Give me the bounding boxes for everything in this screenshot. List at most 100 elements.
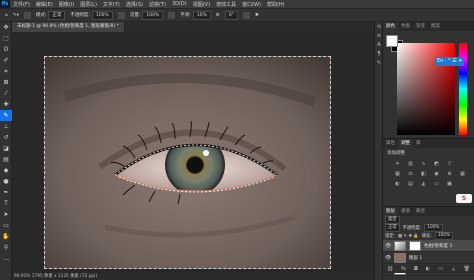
link-layers-icon[interactable]: ⛓	[387, 266, 393, 272]
color-lookup-icon[interactable]: ▦	[458, 170, 467, 177]
vibrance-icon[interactable]: ▽	[445, 160, 454, 167]
selective-color-icon[interactable]: ▣	[445, 180, 454, 187]
symmetry-icon[interactable]: ✱	[255, 13, 259, 18]
menu-window[interactable]: 窗口(W)	[239, 1, 264, 8]
lock-icons[interactable]: ▦ ✎ ✥ 🔒	[398, 234, 419, 239]
more-tools-icon[interactable]: …	[0, 253, 12, 264]
photoshop-logo[interactable]: Ps	[0, 0, 10, 8]
curves-icon[interactable]: ∿	[419, 160, 428, 167]
mode-select[interactable]: 正常	[48, 10, 66, 20]
brush-tool-icon[interactable]: ✎	[0, 110, 12, 121]
exposure-icon[interactable]: ◩	[432, 160, 441, 167]
brightness-contrast-icon[interactable]: ☀	[393, 160, 402, 167]
black-white-icon[interactable]: ◧	[419, 170, 428, 177]
eye-photo[interactable]	[44, 56, 331, 269]
hand-tool-icon[interactable]: ✋	[0, 231, 12, 242]
angle-field[interactable]: 0°	[224, 10, 238, 20]
layer-kind-filter[interactable]: 类型	[385, 216, 400, 224]
marquee-tool-icon[interactable]: ⬚	[0, 33, 12, 44]
menu-edit[interactable]: 编辑(E)	[33, 1, 56, 8]
tab-swatches[interactable]: 色板	[398, 22, 413, 31]
tab-color[interactable]: 颜色	[383, 22, 398, 31]
menu-help[interactable]: 帮助(H)	[264, 1, 288, 8]
eyedropper-tool-icon[interactable]: ⁄	[0, 88, 12, 99]
menu-file[interactable]: 文件(F)	[10, 1, 33, 8]
type-tool-icon[interactable]: T	[0, 198, 12, 209]
add-mask-icon[interactable]: ◘	[414, 266, 418, 272]
document-tab[interactable]: 未标题-1 @ 90.9% (色相/饱和度 1, 图层蒙版/8) *	[12, 22, 125, 32]
menu-filter[interactable]: 滤镜(T)	[146, 1, 169, 8]
visibility-eye-icon[interactable]: 👁	[385, 243, 391, 249]
pen-tool-icon[interactable]: ✒	[0, 187, 12, 198]
shape-tool-icon[interactable]: ▭	[0, 220, 12, 231]
tab-layers[interactable]: 图层	[383, 207, 398, 216]
menu-type[interactable]: 文字(Y)	[100, 1, 123, 8]
blend-mode-select[interactable]: 正常	[385, 224, 400, 232]
menu-layer[interactable]: 图层(L)	[77, 1, 100, 8]
frame-tool-icon[interactable]: ⊠	[0, 77, 12, 88]
threshold-icon[interactable]: ◭	[419, 180, 428, 187]
history-brush-tool-icon[interactable]: ↺	[0, 132, 12, 143]
channel-mixer-icon[interactable]: ⊕	[445, 170, 454, 177]
layer-opacity-field[interactable]: 100%	[424, 224, 443, 232]
tab-libraries[interactable]: 库	[413, 139, 424, 148]
smoothing-options-icon[interactable]: ⚙	[216, 13, 220, 18]
dodge-tool-icon[interactable]: ●	[0, 176, 12, 187]
home-icon[interactable]: ⌂	[5, 13, 8, 18]
levels-icon[interactable]: ▥	[406, 160, 415, 167]
new-adjustment-icon[interactable]: ◐	[426, 266, 430, 272]
layer-row[interactable]: 👁 图层 1	[383, 252, 474, 264]
visibility-eye-icon[interactable]: 👁	[385, 255, 391, 261]
photo-filter-icon[interactable]: ◉	[432, 170, 441, 177]
opacity-field[interactable]: 100%	[91, 10, 113, 20]
brush-preset-icon[interactable]: ✎▾	[13, 13, 19, 18]
menu-3d[interactable]: 3D(D)	[169, 1, 190, 7]
stamp-tool-icon[interactable]: ⊥	[0, 121, 12, 132]
menu-select[interactable]: 选择(S)	[123, 1, 146, 8]
pressure-opacity-icon[interactable]	[117, 11, 125, 19]
tab-patterns[interactable]: 图案	[428, 22, 443, 31]
tab-paths[interactable]: 路径	[413, 207, 428, 216]
crop-tool-icon[interactable]: ⌗	[0, 66, 12, 77]
gradient-tool-icon[interactable]: ▤	[0, 154, 12, 165]
layers-panel-tabs: 图层 通道 路径	[383, 207, 474, 216]
ime-toolbar[interactable]: En · ° ☰ ✦	[435, 57, 465, 66]
foreground-color-swatch[interactable]	[386, 35, 398, 47]
options-bar: ⌂ ✎▾ 模式: 正常 不透明度: 100% 流量: 100% 平滑: 10% …	[0, 8, 474, 22]
flow-field[interactable]: 100%	[142, 10, 164, 20]
layer-style-icon[interactable]: fx	[401, 266, 406, 272]
move-tool-icon[interactable]: ✥	[0, 22, 12, 33]
color-balance-icon[interactable]: ⚖	[406, 170, 415, 177]
new-layer-icon[interactable]: ＋	[451, 266, 456, 273]
tab-adjustments[interactable]: 调整	[398, 139, 413, 148]
menu-view[interactable]: 视图(V)	[190, 1, 213, 8]
menu-image[interactable]: 图像(I)	[56, 1, 77, 8]
fill-field[interactable]: 100%	[434, 232, 454, 240]
layer-thumbnail	[394, 252, 406, 263]
blur-tool-icon[interactable]: ◆	[0, 165, 12, 176]
hue-saturation-icon[interactable]: ▦	[393, 170, 402, 177]
layers-panel: 图层 通道 路径 类型 正常 不透明度: 100% 锁定: ▦ ✎ ✥ 🔒 填充…	[383, 206, 474, 276]
layer-row[interactable]: 👁 色相/饱和度 1	[383, 240, 474, 252]
posterize-icon[interactable]: ▤	[406, 180, 415, 187]
eraser-tool-icon[interactable]: ◪	[0, 143, 12, 154]
brush-settings-icon[interactable]	[23, 11, 31, 19]
canvas-area[interactable]	[12, 32, 374, 272]
tab-gradients[interactable]: 渐变	[413, 22, 428, 31]
layer-mask-thumbnail[interactable]	[409, 240, 421, 251]
new-group-icon[interactable]: ▭	[438, 266, 443, 272]
smooth-field[interactable]: 10%	[192, 10, 211, 20]
tab-channels[interactable]: 通道	[398, 207, 413, 216]
tab-properties[interactable]: 属性	[383, 139, 398, 148]
zoom-tool-icon[interactable]: ⚲	[0, 242, 12, 253]
invert-icon[interactable]: ◐	[393, 180, 402, 187]
gradient-map-icon[interactable]: ▭	[432, 180, 441, 187]
lasso-tool-icon[interactable]: ʘ	[0, 44, 12, 55]
path-select-tool-icon[interactable]: ➤	[0, 209, 12, 220]
healing-tool-icon[interactable]: ✚	[0, 99, 12, 110]
menu-plugins[interactable]: 增效工具	[213, 1, 239, 8]
airbrush-icon[interactable]	[168, 11, 176, 19]
pressure-size-icon[interactable]	[242, 11, 250, 19]
delete-layer-icon[interactable]: 🗑	[464, 266, 470, 272]
quick-select-tool-icon[interactable]: ✐	[0, 55, 12, 66]
